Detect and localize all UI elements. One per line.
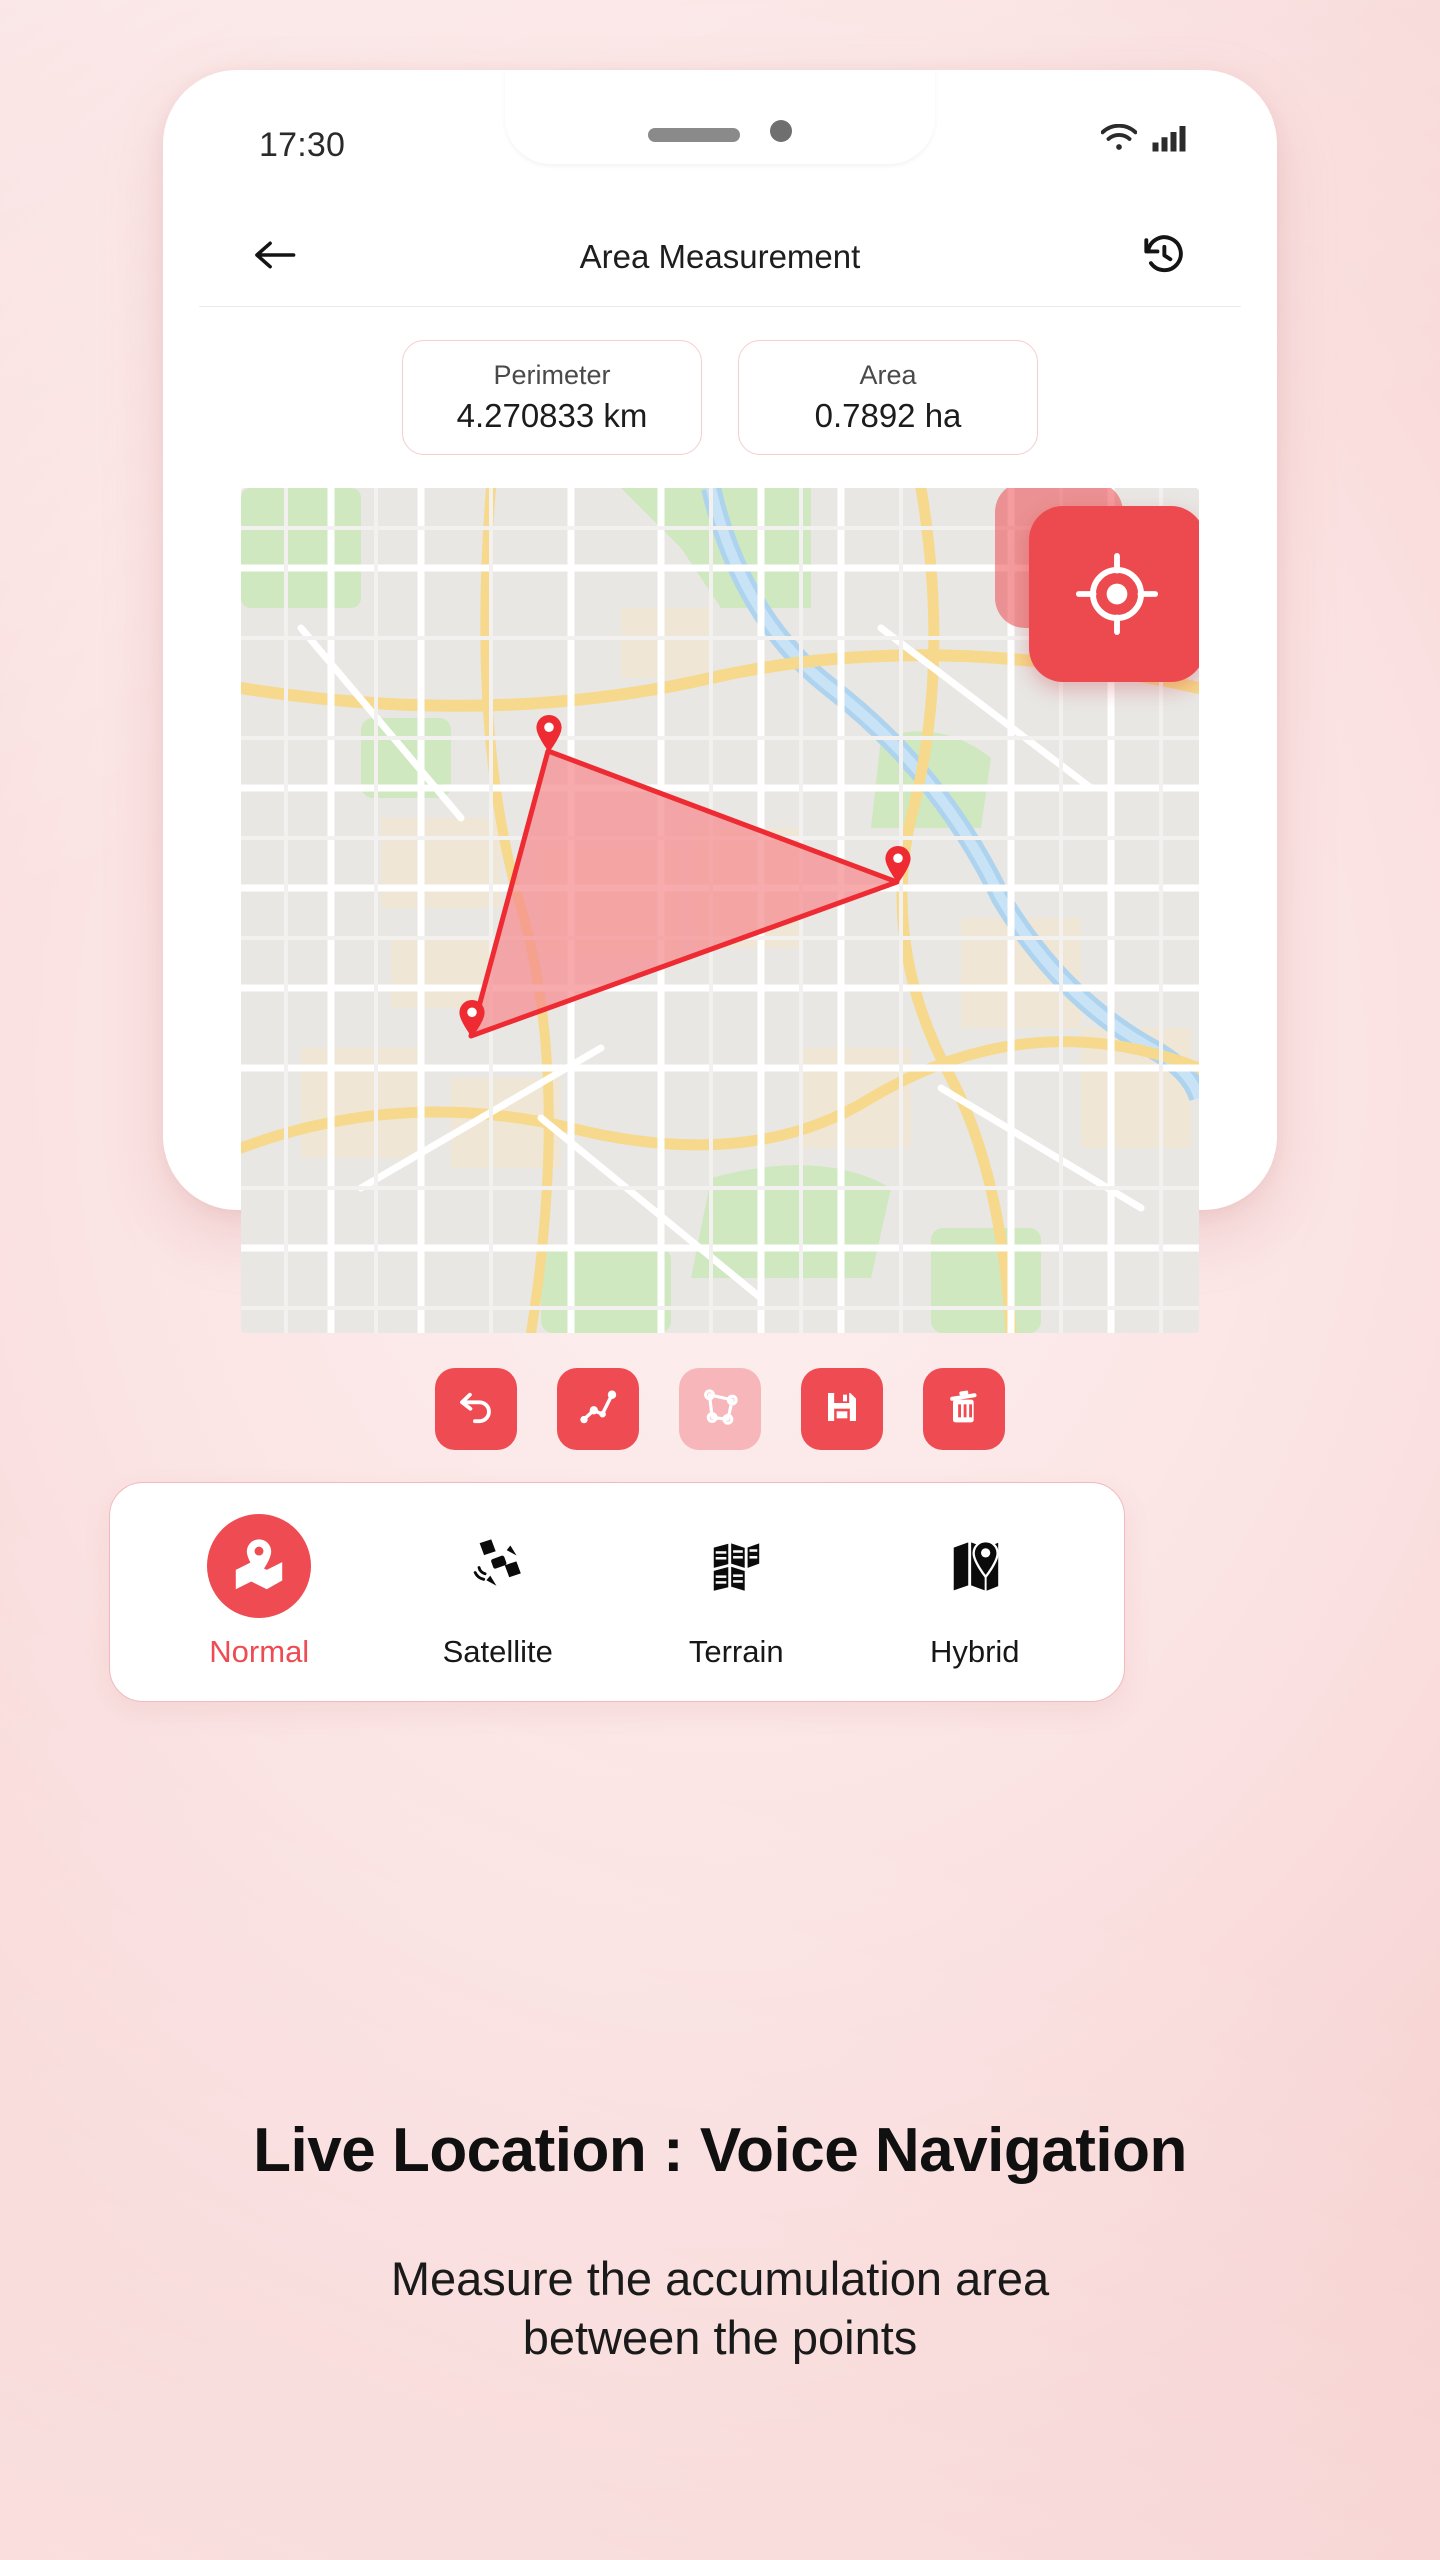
undo-arrow-icon xyxy=(455,1386,497,1433)
history-clock-icon xyxy=(1141,232,1187,283)
crosshair-target-icon xyxy=(1074,551,1160,637)
map-type-hybrid[interactable]: Hybrid xyxy=(875,1514,1075,1670)
app-bar-divider xyxy=(199,306,1241,307)
map-pin-icon[interactable] xyxy=(884,845,912,885)
stat-label: Perimeter xyxy=(493,360,611,390)
stat-card-perimeter: Perimeter 4.270833 km xyxy=(402,340,702,455)
undo-button[interactable] xyxy=(435,1368,517,1450)
status-bar: 17:30 xyxy=(199,70,1241,192)
polyline-nodes-icon xyxy=(577,1386,619,1433)
path-button[interactable] xyxy=(557,1368,639,1450)
map-pin-icon[interactable] xyxy=(458,999,486,1039)
polygon-button[interactable] xyxy=(679,1368,761,1450)
trash-bin-icon xyxy=(944,1387,984,1432)
map-type-label: Hybrid xyxy=(929,1634,1020,1669)
map-canvas[interactable] xyxy=(241,488,1199,1333)
earpiece-speaker xyxy=(648,128,740,142)
map-type-label: Satellite xyxy=(442,1634,553,1669)
locate-fab-group xyxy=(995,488,1199,692)
delete-button[interactable] xyxy=(923,1368,1005,1450)
map-type-normal[interactable]: Normal xyxy=(159,1514,359,1670)
front-camera xyxy=(770,120,792,142)
floppy-save-icon xyxy=(822,1387,862,1432)
promo-headline: Live Location : Voice Navigation xyxy=(253,2116,1187,2185)
map-type-terrain[interactable]: Terrain xyxy=(636,1514,836,1670)
page-title: Area Measurement xyxy=(579,238,861,275)
wifi-icon xyxy=(1101,124,1137,152)
promo-subtitle-line2: between the points xyxy=(522,2310,918,2364)
map-pin-fold-icon xyxy=(207,1514,312,1618)
phone-notch xyxy=(505,70,935,164)
locate-me-button[interactable] xyxy=(1029,506,1199,682)
map-pin-icon[interactable] xyxy=(535,714,563,754)
map-type-satellite[interactable]: Satellite xyxy=(398,1514,598,1670)
status-bar-indicators xyxy=(1101,124,1187,152)
stat-value: 0.7892 ha xyxy=(814,397,962,434)
map-type-label: Terrain xyxy=(688,1634,784,1669)
promo-subtitle: Measure the accumulation area between th… xyxy=(0,2250,1440,2368)
phone-screen: 17:30 Area Measurement Perimeter 4.27083… xyxy=(109,70,1241,1702)
stat-value: 4.270833 km xyxy=(456,397,648,434)
phone-mockup: 17:30 Area Measurement Perimeter 4.27083… xyxy=(109,70,1277,1702)
stat-label: Area xyxy=(859,360,917,390)
map-type-selector: Normal Satellite Terrain Hybrid xyxy=(109,1482,1125,1702)
history-button[interactable] xyxy=(1133,226,1195,288)
promo-subtitle-line1: Measure the accumulation area xyxy=(390,2252,1050,2305)
app-bar: Area Measurement xyxy=(199,208,1241,306)
map-type-label: Normal xyxy=(209,1634,310,1669)
arrow-left-icon xyxy=(254,238,298,277)
status-bar-time: 17:30 xyxy=(259,126,346,164)
signal-bars-icon xyxy=(1151,124,1187,152)
polygon-shape-icon xyxy=(699,1386,741,1433)
terrain-grid-icon xyxy=(684,1514,788,1618)
stat-card-area: Area 0.7892 ha xyxy=(738,340,1038,455)
measure-toolbar xyxy=(199,1368,1241,1450)
satellite-icon xyxy=(446,1514,550,1618)
save-button[interactable] xyxy=(801,1368,883,1450)
back-button[interactable] xyxy=(245,226,307,288)
measurement-stats: Perimeter 4.270833 km Area 0.7892 ha xyxy=(199,340,1241,455)
hybrid-map-pin-icon xyxy=(923,1514,1027,1618)
